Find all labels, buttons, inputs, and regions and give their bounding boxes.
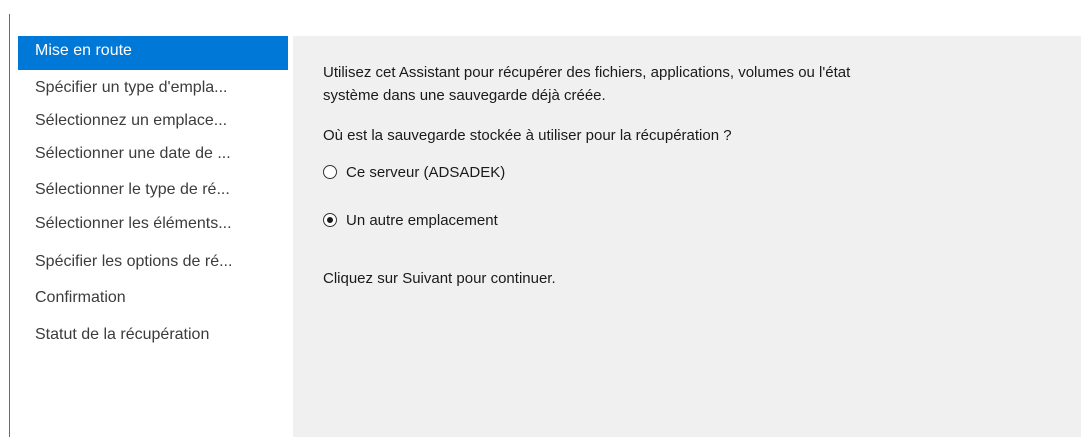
wizard-steps-sidebar: Mise en route Spécifier un type d'empla.… [18, 36, 288, 437]
sidebar-item-select-date[interactable]: Sélectionner une date de ... [18, 138, 288, 170]
this-server-label: Ce serveur (ADSADEK) [346, 163, 506, 181]
sidebar-item-specify-location-type[interactable]: Spécifier un type d'empla... [18, 72, 288, 104]
recovery-wizard-window: Mise en route Spécifier un type d'empla.… [0, 0, 1081, 437]
sidebar-item-specify-recovery-options[interactable]: Spécifier les options de ré... [18, 246, 288, 278]
sidebar-item-select-recovery-type[interactable]: Sélectionner le type de ré... [18, 174, 288, 206]
another-location-radio[interactable] [323, 213, 337, 227]
intro-text-line-1: Utilisez cet Assistant pour récupérer de… [323, 64, 851, 81]
intro-text-line-2: système dans une sauvegarde déjà créée. [323, 87, 606, 104]
sidebar-item-getting-started[interactable]: Mise en route [18, 36, 288, 70]
continue-instruction: Cliquez sur Suivant pour continuer. [323, 270, 556, 287]
location-question: Où est la sauvegarde stockée à utiliser … [323, 127, 732, 144]
sidebar-item-select-location[interactable]: Sélectionnez un emplace... [18, 105, 288, 137]
this-server-radio[interactable] [323, 165, 337, 179]
option-this-server[interactable]: Ce serveur (ADSADEK) [323, 161, 505, 183]
sidebar-item-select-items[interactable]: Sélectionner les éléments... [18, 208, 288, 240]
window-left-border [9, 14, 10, 437]
another-location-label: Un autre emplacement [346, 211, 498, 229]
wizard-content-panel: Utilisez cet Assistant pour récupérer de… [293, 36, 1081, 437]
sidebar-item-recovery-status[interactable]: Statut de la récupération [18, 319, 288, 351]
option-another-location[interactable]: Un autre emplacement [323, 209, 498, 231]
sidebar-item-confirmation[interactable]: Confirmation [18, 282, 288, 314]
